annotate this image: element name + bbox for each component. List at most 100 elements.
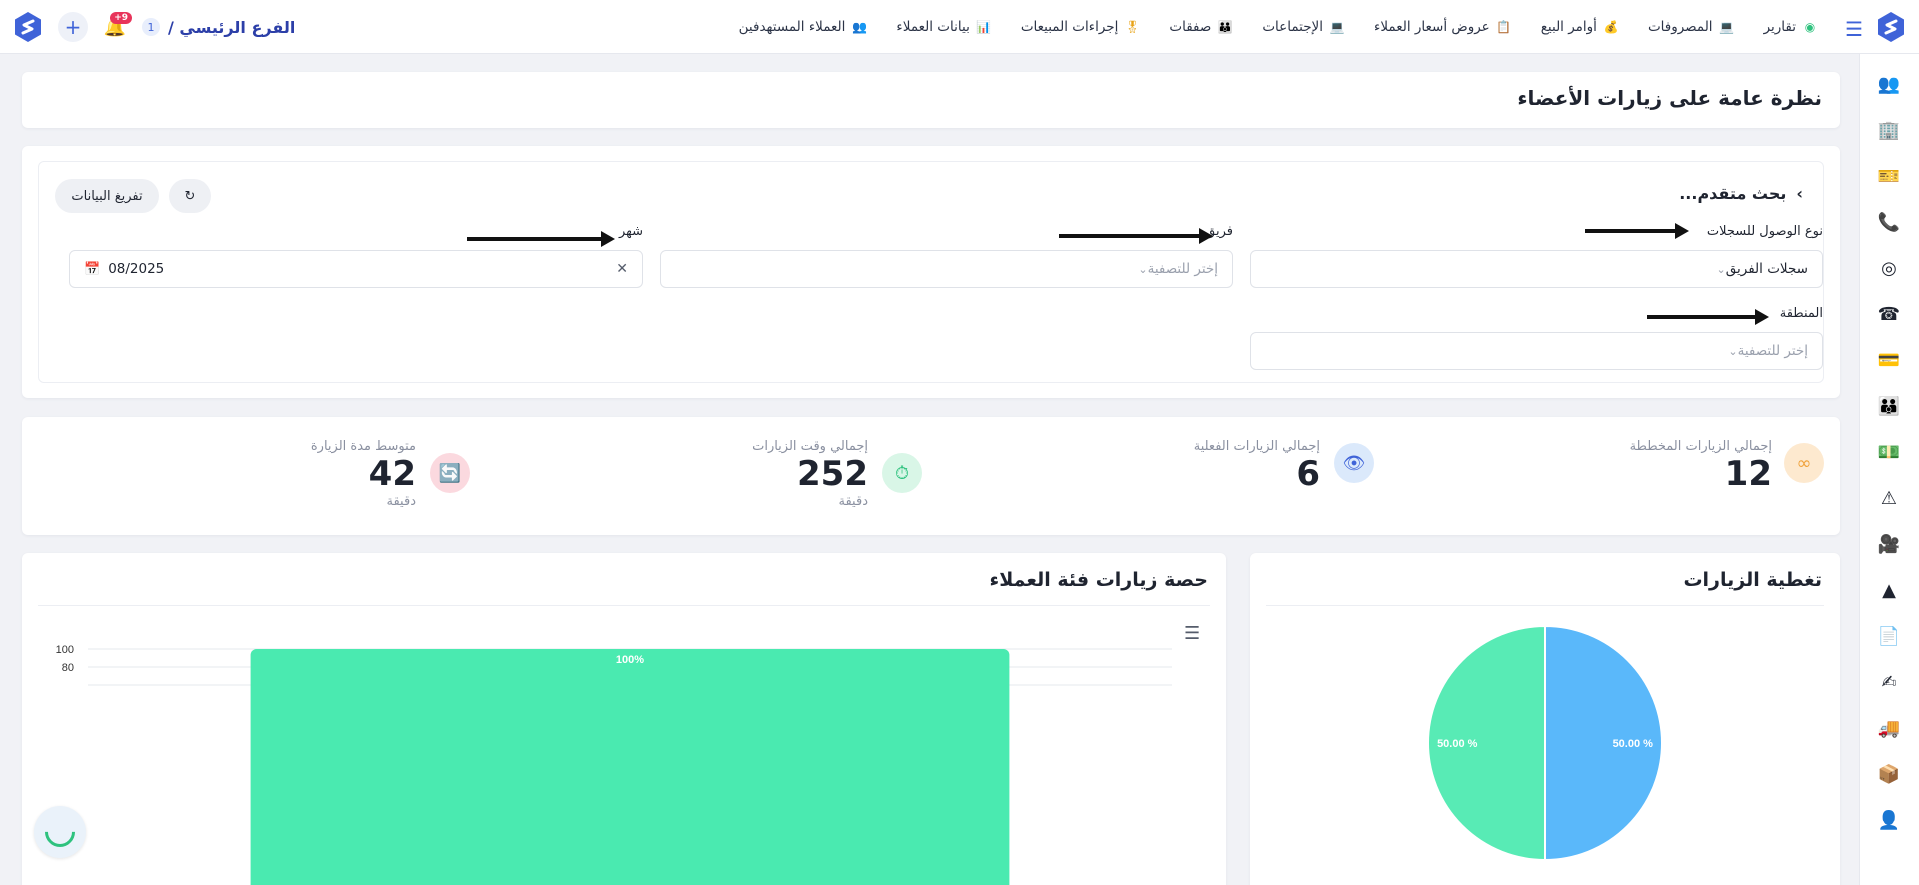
user-hand-icon[interactable]: 👤 <box>1877 808 1901 832</box>
pie-chart: 50.00 % 50.00 % <box>1427 624 1663 862</box>
clear-icon[interactable]: ✕ <box>616 261 628 277</box>
target-customers-icon: 👥 <box>851 20 867 34</box>
telephone-icon[interactable]: ☎ <box>1877 302 1901 326</box>
eye-icon: 👁 <box>1334 443 1374 483</box>
nav-item-label: المصروفات <box>1647 19 1713 35</box>
nav-item[interactable]: 📋 عروض أسعار العملاء <box>1374 18 1513 36</box>
signature-icon[interactable]: ✍ <box>1877 670 1901 694</box>
group-icon[interactable]: 👪 <box>1877 394 1901 418</box>
kpi-average-visit-duration: متوسط مدة الزيارة 42 دقيقة <box>311 439 416 509</box>
page-title: نظرة عامة على زيارات الأعضاء <box>1517 86 1822 110</box>
bar-chart: 100 80 100% <box>56 644 1172 885</box>
bar-data-label: 100% <box>616 654 644 666</box>
secondary-logo-icon[interactable] <box>12 11 44 43</box>
spinner-icon <box>38 810 82 854</box>
invoice-icon[interactable]: 📄 <box>1877 624 1901 648</box>
team-select[interactable]: إختر للتصفية ⌄ <box>660 250 1233 288</box>
branch-label: الفرع الرئيسي / <box>168 17 296 37</box>
annotation-arrow <box>1647 309 1769 325</box>
export-data-label: تفريغ البيانات <box>71 188 143 204</box>
advanced-search-card: › بحث متقدم... تفريغ البيانات ↻ نوع الوص… <box>22 146 1840 398</box>
duration-icon: 🔄 <box>430 453 470 493</box>
y-tick-label: 100 <box>56 644 74 656</box>
nav-item-label: أوامر البيع <box>1540 19 1597 35</box>
page-title-card: نظرة عامة على زيارات الأعضاء <box>22 72 1840 128</box>
region-placeholder: إختر للتصفية <box>1737 343 1808 359</box>
nav-item[interactable]: 👥 العملاء المستهدفين <box>739 18 869 36</box>
visit-coverage-card: تغطية الزيارات 50.00 % 50.00 % <box>1250 553 1840 885</box>
refresh-icon: ↻ <box>184 188 196 204</box>
warning-icon[interactable]: ⚠ <box>1877 486 1901 510</box>
advanced-search-panel: › بحث متقدم... تفريغ البيانات ↻ نوع الوص… <box>38 161 1824 383</box>
access-type-value: سجلات الفريق <box>1725 261 1808 277</box>
kpi-value: 12 <box>1724 454 1772 494</box>
customer-data-icon: 📊 <box>976 20 992 34</box>
delivery-truck-icon[interactable]: 🚚 <box>1877 716 1901 740</box>
branch-selector[interactable]: الفرع الرئيسي / 1 <box>142 18 295 37</box>
ticket-icon[interactable]: 🎫 <box>1877 164 1901 188</box>
notification-badge: +9 <box>110 12 132 24</box>
nav-item[interactable]: 👪 صفقات <box>1169 18 1234 36</box>
add-button[interactable]: + <box>58 12 88 42</box>
kpi-label: متوسط مدة الزيارة <box>310 439 416 454</box>
month-picker[interactable]: ✕ 📅 08/2025 <box>69 250 643 288</box>
nav-item-label: الإجتماعات <box>1262 19 1323 35</box>
export-data-button[interactable]: تفريغ البيانات <box>55 179 159 213</box>
nav-item-label: تقارير <box>1763 19 1796 35</box>
sales-orders-bag-icon: 💰 <box>1603 20 1619 34</box>
nav-item-label: إجراءات المبيعات <box>1020 19 1119 35</box>
money-icon[interactable]: 💵 <box>1877 440 1901 464</box>
chevron-down-icon: ⌄ <box>1138 262 1148 276</box>
notifications-button[interactable]: 🔔 +9 <box>102 12 132 42</box>
nav-item-label: عروض أسعار العملاء <box>1374 19 1490 35</box>
team-placeholder: إختر للتصفية <box>1147 261 1218 277</box>
kpi-value: 6 <box>1296 454 1320 494</box>
y-tick-label: 80 <box>62 662 74 674</box>
advanced-search-toggle[interactable]: › بحث متقدم... <box>1679 184 1803 203</box>
plus-icon: + <box>64 15 82 39</box>
annotation-arrow <box>1585 223 1689 239</box>
annotation-arrow <box>1059 228 1213 244</box>
kpi-total-visit-time: إجمالي وقت الزيارات 252 دقيقة <box>752 439 868 509</box>
floating-loader[interactable] <box>34 806 86 858</box>
app-logo-icon[interactable] <box>1875 11 1907 43</box>
kpi-label: إجمالي وقت الزيارات <box>752 439 868 454</box>
kpi-label: إجمالي الزيارات الفعلية <box>1193 439 1320 454</box>
nav-item[interactable]: 📊 بيانات العملاء <box>896 18 992 36</box>
phone-call-icon[interactable]: 📞 <box>1877 210 1901 234</box>
branch-number-badge: 1 <box>142 18 160 36</box>
target-icon[interactable]: ◎ <box>1877 256 1901 280</box>
nav-item-label: العملاء المستهدفين <box>738 19 846 35</box>
quotes-icon: 📋 <box>1496 20 1512 34</box>
nav-item[interactable]: ◉ تقارير <box>1764 18 1819 36</box>
users-settings-icon[interactable]: 👥 <box>1877 72 1901 96</box>
access-type-select[interactable]: سجلات الفريق ⌄ <box>1250 250 1823 288</box>
chevron-down-icon: ⌄ <box>1716 262 1726 276</box>
kpi-planned-visits: إجمالي الزيارات المخططة 12 <box>1630 439 1772 494</box>
expenses-laptop-icon: 💻 <box>1719 20 1735 34</box>
video-call-icon[interactable]: 🎥 <box>1877 532 1901 556</box>
kpi-label: إجمالي الزيارات المخططة <box>1629 439 1772 454</box>
calendar-icon: 📅 <box>84 261 101 277</box>
reports-icon: ◉ <box>1804 20 1816 34</box>
hamburger-menu-icon[interactable]: ☰ <box>1845 17 1863 41</box>
mountain-icon[interactable]: ▲ <box>1877 578 1901 602</box>
kpi-summary-card: ∞ إجمالي الزيارات المخططة 12 👁 إجمالي ال… <box>22 417 1840 535</box>
region-select[interactable]: إختر للتصفية ⌄ <box>1250 332 1823 370</box>
nav-item-label: بيانات العملاء <box>896 19 970 35</box>
pie-data-label: 50.00 % <box>1613 738 1654 750</box>
meetings-board-icon: 💻 <box>1329 20 1345 34</box>
refresh-button[interactable]: ↻ <box>169 179 211 213</box>
kpi-unit: دقيقة <box>838 494 868 509</box>
nav-item[interactable]: 🎖 إجراءات المبيعات <box>1021 18 1142 36</box>
advanced-search-title: بحث متقدم... <box>1679 184 1787 203</box>
boxes-icon[interactable]: 📦 <box>1877 762 1901 786</box>
nav-item[interactable]: 💰 أوامر البيع <box>1541 18 1620 36</box>
building-icon[interactable]: 🏢 <box>1877 118 1901 142</box>
top-left-tools: + 🔔 +9 الفرع الرئيسي / 1 <box>12 11 295 43</box>
nav-item[interactable]: 💻 المصروفات <box>1648 18 1736 36</box>
sales-medal-icon: 🎖 <box>1124 20 1140 34</box>
card-settings-icon[interactable]: 💳 <box>1877 348 1901 372</box>
month-value: 08/2025 <box>108 261 165 277</box>
nav-item[interactable]: 💻 الإجتماعات <box>1262 18 1346 36</box>
